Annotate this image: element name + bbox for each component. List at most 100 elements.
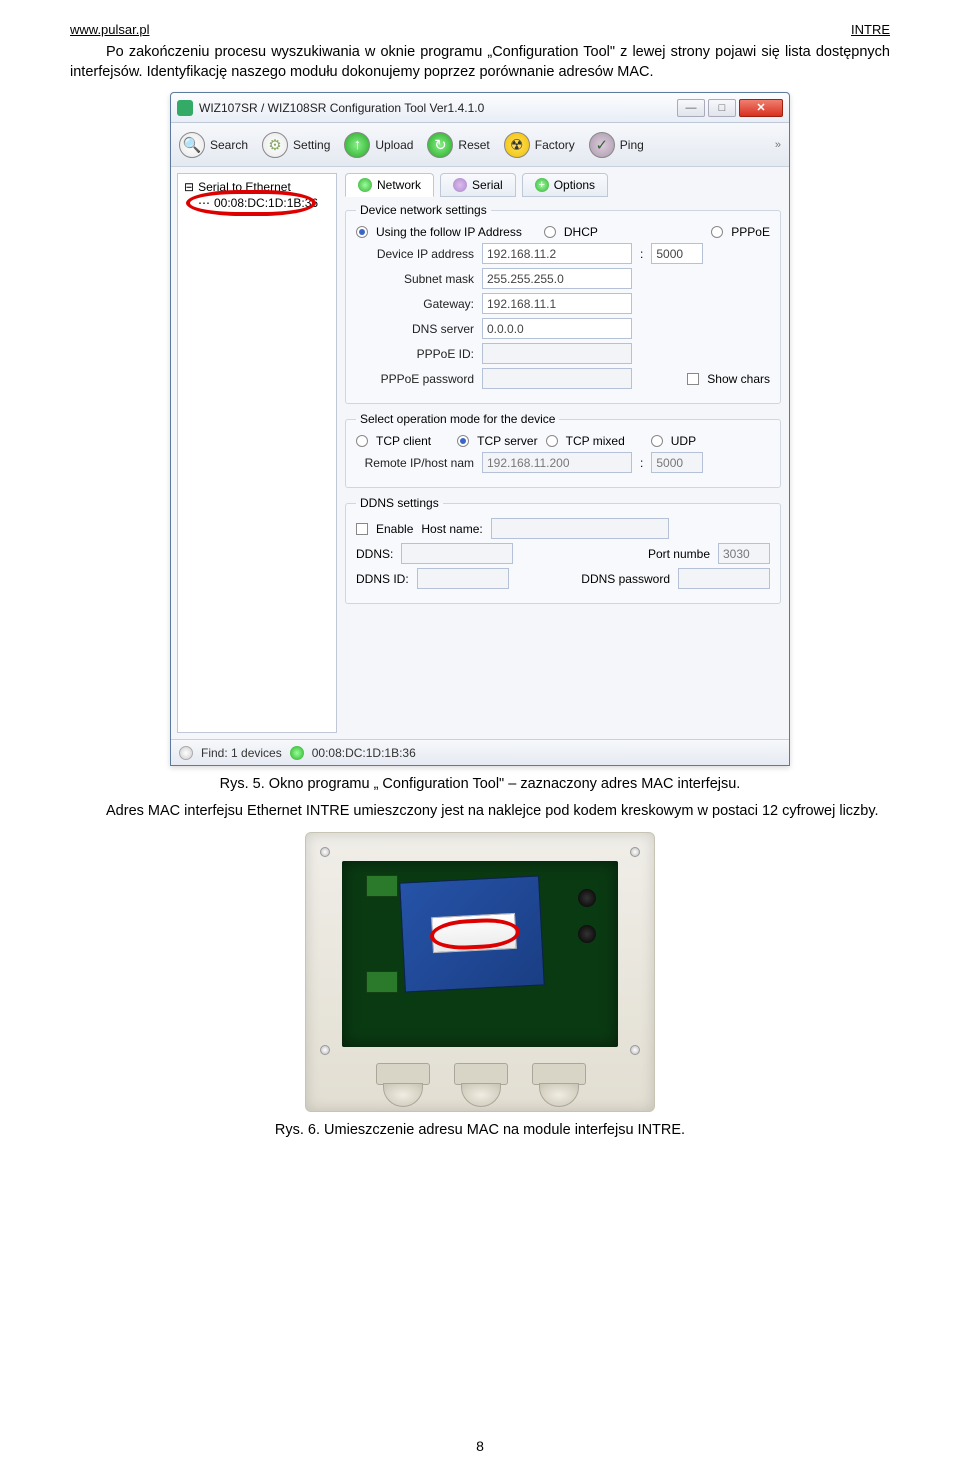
ping-label: Ping (620, 138, 644, 152)
toolbar: 🔍 Search ⚙ Setting ↑ Upload ↻ Reset ☢ Fa… (171, 123, 789, 167)
operation-mode-group: Select operation mode for the device TCP… (345, 412, 781, 488)
network-icon (358, 178, 372, 192)
close-button[interactable]: ✕ (739, 99, 783, 117)
tab-options[interactable]: + Options (522, 173, 608, 197)
tab-network[interactable]: Network (345, 173, 434, 197)
dns-field[interactable] (482, 318, 632, 339)
ddns-enable-label: Enable (376, 522, 413, 536)
setting-button[interactable]: ⚙ Setting (262, 132, 330, 158)
tab-options-label: Options (554, 178, 595, 192)
figure-5-caption: Rys. 5. Okno programu „ Configuration To… (70, 776, 890, 792)
screw-icon (630, 847, 640, 857)
ddnspw-field[interactable] (678, 568, 770, 589)
screw-icon (320, 847, 330, 857)
device-tree[interactable]: ⊟ Serial to Ethernet ⋯ 00:08:DC:1D:1B:36 (177, 173, 337, 733)
tree-mac-node[interactable]: ⋯ 00:08:DC:1D:1B:36 (198, 196, 330, 210)
minimize-button[interactable]: — (677, 99, 705, 117)
pppoepw-field[interactable] (482, 368, 632, 389)
portnum-field[interactable] (718, 543, 770, 564)
radio-follow-ip[interactable] (356, 226, 368, 238)
group1-title: Device network settings (356, 203, 491, 217)
radio-tcp-server[interactable] (457, 435, 469, 447)
ddns-field[interactable] (401, 543, 513, 564)
tree-root-label: Serial to Ethernet (198, 180, 291, 194)
tab-serial-label: Serial (472, 178, 503, 192)
ddns-enable-checkbox[interactable] (356, 523, 368, 535)
group3-title: DDNS settings (356, 496, 443, 510)
radio-dhcp[interactable] (544, 226, 556, 238)
showchars-label: Show chars (707, 372, 770, 386)
find-icon (179, 746, 193, 760)
showchars-checkbox[interactable] (687, 373, 699, 385)
gear-icon: ⚙ (262, 132, 288, 158)
chevron-right-icon[interactable]: » (775, 139, 781, 151)
ddnsid-label: DDNS ID: (356, 572, 409, 586)
radio-tcp-mixed[interactable] (546, 435, 558, 447)
mask-label: Subnet mask (356, 272, 474, 286)
setting-label: Setting (293, 138, 330, 152)
ip-field[interactable] (482, 243, 632, 264)
app-icon (177, 100, 193, 116)
header-left: www.pulsar.pl (70, 22, 149, 37)
ddns-settings-group: DDNS settings Enable Host name: DDNS: Po… (345, 496, 781, 604)
maximize-button[interactable]: □ (708, 99, 736, 117)
tree-collapse-icon[interactable]: ⊟ (184, 180, 194, 194)
radio-tcp-client[interactable] (356, 435, 368, 447)
paragraph-2: Adres MAC interfejsu Ethernet INTRE umie… (70, 802, 890, 822)
tree-mac-label: 00:08:DC:1D:1B:36 (214, 196, 318, 210)
gw-field[interactable] (482, 293, 632, 314)
search-button[interactable]: 🔍 Search (179, 132, 248, 158)
factory-button[interactable]: ☢ Factory (504, 132, 575, 158)
terminal-block (366, 971, 398, 993)
colon: : (640, 247, 643, 261)
ping-button[interactable]: ✓ Ping (589, 132, 644, 158)
device-network-settings-group: Device network settings Using the follow… (345, 203, 781, 404)
ddns-label: DDNS: (356, 547, 393, 561)
page-number: 8 (0, 1438, 960, 1454)
remote-field[interactable] (482, 452, 632, 473)
status-mac: 00:08:DC:1D:1B:36 (312, 746, 416, 760)
config-tool-window: WIZ107SR / WIZ108SR Configuration Tool V… (170, 92, 790, 766)
host-field[interactable] (491, 518, 669, 539)
hardware-photo (305, 832, 655, 1112)
factory-icon: ☢ (504, 132, 530, 158)
capacitor-icon (578, 925, 596, 943)
port-field[interactable] (651, 243, 703, 264)
reset-button[interactable]: ↻ Reset (427, 132, 489, 158)
search-label: Search (210, 138, 248, 152)
pppoepw-label: PPPoE password (356, 372, 474, 386)
ddnspw-label: DDNS password (581, 572, 670, 586)
tcp-mixed-label: TCP mixed (566, 434, 625, 448)
tree-root[interactable]: ⊟ Serial to Ethernet (184, 180, 330, 194)
upload-icon: ↑ (344, 132, 370, 158)
upload-label: Upload (375, 138, 413, 152)
reset-icon: ↻ (427, 132, 453, 158)
capacitor-icon (578, 889, 596, 907)
titlebar: WIZ107SR / WIZ108SR Configuration Tool V… (171, 93, 789, 123)
ddnsid-field[interactable] (417, 568, 509, 589)
gw-label: Gateway: (356, 297, 474, 311)
radio-follow-ip-label: Using the follow IP Address (376, 225, 522, 239)
upload-button[interactable]: ↑ Upload (344, 132, 413, 158)
window-title: WIZ107SR / WIZ108SR Configuration Tool V… (199, 101, 674, 115)
dns-label: DNS server (356, 322, 474, 336)
radio-udp[interactable] (651, 435, 663, 447)
terminal-block (366, 875, 398, 897)
tcp-client-label: TCP client (376, 434, 431, 448)
factory-label: Factory (535, 138, 575, 152)
pppoeid-field[interactable] (482, 343, 632, 364)
statusbar: Find: 1 devices 00:08:DC:1D:1B:36 (171, 739, 789, 765)
group2-title: Select operation mode for the device (356, 412, 559, 426)
remote-port-field[interactable] (651, 452, 703, 473)
host-label: Host name: (421, 522, 482, 536)
header-right: INTRE (851, 22, 890, 37)
cable-gland (376, 1063, 430, 1107)
options-icon: + (535, 178, 549, 192)
figure-6-caption: Rys. 6. Umieszczenie adresu MAC na modul… (70, 1122, 890, 1138)
reset-label: Reset (458, 138, 489, 152)
colon2: : (640, 456, 643, 470)
mask-field[interactable] (482, 268, 632, 289)
tab-network-label: Network (377, 178, 421, 192)
radio-pppoe[interactable] (711, 226, 723, 238)
tab-serial[interactable]: Serial (440, 173, 516, 197)
